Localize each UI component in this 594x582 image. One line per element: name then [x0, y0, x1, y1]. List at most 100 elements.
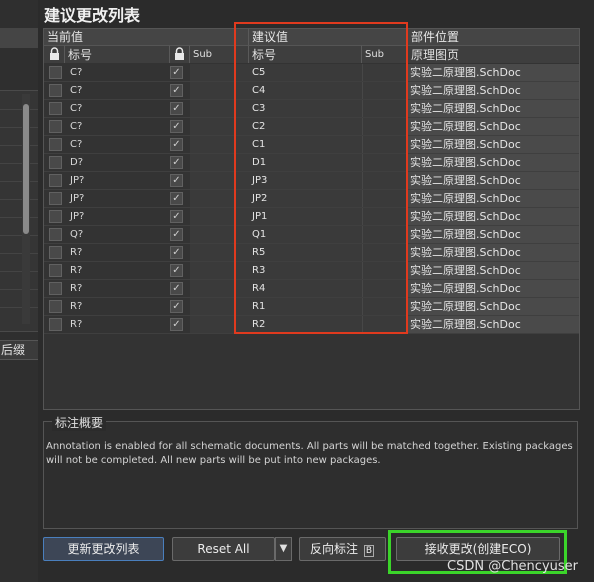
schematic-sheet: 实验二原理图.SchDoc — [408, 316, 579, 333]
col-location[interactable]: 原理图页 — [408, 45, 579, 63]
row-include-checkbox[interactable]: ✓ — [170, 282, 183, 295]
suggested-designator[interactable]: C5 — [249, 64, 362, 81]
table-row[interactable]: R? ✓ R1 实验二原理图.SchDoc — [44, 298, 579, 316]
row-include-checkbox[interactable]: ✓ — [170, 138, 183, 151]
suggested-designator[interactable]: R4 — [249, 280, 362, 297]
table-row[interactable]: Q? ✓ Q1 实验二原理图.SchDoc — [44, 226, 579, 244]
row-lock-checkbox[interactable] — [49, 138, 62, 151]
suggested-designator[interactable]: R1 — [249, 298, 362, 315]
row-lock-checkbox[interactable] — [49, 264, 62, 277]
reset-dropdown-button[interactable]: ▼ — [275, 537, 292, 561]
suggested-designator[interactable]: JP2 — [249, 190, 362, 207]
left-panel-scrollbar[interactable] — [22, 94, 30, 324]
row-include-checkbox[interactable]: ✓ — [170, 210, 183, 223]
col-current-designator[interactable]: 标号 — [65, 45, 170, 63]
chevron-down-icon: ▼ — [279, 543, 288, 554]
row-include-checkbox[interactable]: ✓ — [170, 174, 183, 187]
lock-icon — [175, 47, 184, 60]
table-row[interactable]: R? ✓ R3 实验二原理图.SchDoc — [44, 262, 579, 280]
current-designator: JP? — [70, 193, 85, 204]
schematic-sheet: 实验二原理图.SchDoc — [408, 262, 579, 279]
suggested-designator[interactable]: R3 — [249, 262, 362, 279]
suggested-sub-cell — [362, 100, 409, 117]
schematic-sheet: 实验二原理图.SchDoc — [408, 64, 579, 81]
watermark: CSDN @Chencyuser — [447, 559, 578, 574]
row-lock-checkbox[interactable] — [49, 300, 62, 313]
current-sub-cell — [190, 208, 249, 225]
suggested-sub-cell — [362, 226, 409, 243]
table-row[interactable]: R? ✓ R5 实验二原理图.SchDoc — [44, 244, 579, 262]
table-row[interactable]: JP? ✓ JP3 实验二原理图.SchDoc — [44, 172, 579, 190]
row-include-checkbox[interactable]: ✓ — [170, 102, 183, 115]
current-sub-cell — [190, 316, 249, 333]
row-lock-checkbox[interactable] — [49, 102, 62, 115]
summary-text: Annotation is enabled for all schematic … — [46, 441, 573, 466]
row-lock-checkbox[interactable] — [49, 84, 62, 97]
table-row[interactable]: R? ✓ R2 实验二原理图.SchDoc — [44, 316, 579, 334]
row-lock-checkbox[interactable] — [49, 210, 62, 223]
group-header-location: 部件位置 — [408, 29, 579, 45]
current-designator: R? — [70, 301, 83, 312]
row-lock-checkbox[interactable] — [49, 120, 62, 133]
suggested-designator[interactable]: R5 — [249, 244, 362, 261]
row-include-checkbox[interactable]: ✓ — [170, 66, 183, 79]
row-lock-checkbox[interactable] — [49, 246, 62, 259]
row-include-checkbox[interactable]: ✓ — [170, 84, 183, 97]
row-lock-checkbox[interactable] — [49, 174, 62, 187]
suggested-designator[interactable]: JP1 — [249, 208, 362, 225]
row-include-checkbox[interactable]: ✓ — [170, 156, 183, 169]
lock-column-header-2[interactable] — [170, 45, 190, 63]
row-include-checkbox[interactable]: ✓ — [170, 300, 183, 313]
suggested-designator[interactable]: Q1 — [249, 226, 362, 243]
row-include-checkbox[interactable]: ✓ — [170, 120, 183, 133]
table-row[interactable]: C? ✓ C5 实验二原理图.SchDoc — [44, 64, 579, 82]
col-suggested-designator[interactable]: 标号 — [249, 45, 362, 63]
suggested-sub-cell — [362, 64, 409, 81]
row-lock-checkbox[interactable] — [49, 282, 62, 295]
scrollbar-thumb[interactable] — [23, 104, 29, 234]
reset-all-button[interactable]: Reset All — [172, 537, 275, 561]
lock-column-header[interactable] — [44, 45, 65, 63]
row-lock-checkbox[interactable] — [49, 156, 62, 169]
table-row[interactable]: D? ✓ D1 实验二原理图.SchDoc — [44, 154, 579, 172]
suggested-sub-cell — [362, 208, 409, 225]
suggested-designator[interactable]: JP3 — [249, 172, 362, 189]
annotation-summary-panel: 标注概要 Annotation is enabled for all schem… — [43, 414, 578, 529]
row-include-checkbox[interactable]: ✓ — [170, 246, 183, 259]
suggested-designator[interactable]: C1 — [249, 136, 362, 153]
schematic-sheet: 实验二原理图.SchDoc — [408, 154, 579, 171]
table-row[interactable]: C? ✓ C3 实验二原理图.SchDoc — [44, 100, 579, 118]
schematic-sheet: 实验二原理图.SchDoc — [408, 280, 579, 297]
col-current-sub[interactable]: Sub — [190, 45, 249, 63]
schematic-sheet: 实验二原理图.SchDoc — [408, 82, 579, 99]
suggested-designator[interactable]: C3 — [249, 100, 362, 117]
suggested-designator[interactable]: C2 — [249, 118, 362, 135]
row-lock-checkbox[interactable] — [49, 66, 62, 79]
table-row[interactable]: C? ✓ C1 实验二原理图.SchDoc — [44, 136, 579, 154]
current-sub-cell — [190, 226, 249, 243]
update-changes-list-button[interactable]: 更新更改列表 — [43, 537, 164, 561]
row-include-checkbox[interactable]: ✓ — [170, 228, 183, 241]
suggested-designator[interactable]: C4 — [249, 82, 362, 99]
table-row[interactable]: R? ✓ R4 实验二原理图.SchDoc — [44, 280, 579, 298]
row-include-checkbox[interactable]: ✓ — [170, 264, 183, 277]
table-row[interactable]: JP? ✓ JP2 实验二原理图.SchDoc — [44, 190, 579, 208]
table-row[interactable]: C? ✓ C2 实验二原理图.SchDoc — [44, 118, 579, 136]
row-include-checkbox[interactable]: ✓ — [170, 318, 183, 331]
current-designator: C? — [70, 85, 83, 96]
table-row[interactable]: JP? ✓ JP1 实验二原理图.SchDoc — [44, 208, 579, 226]
row-lock-checkbox[interactable] — [49, 318, 62, 331]
back-annotate-button[interactable]: 反向标注 B — [299, 537, 386, 561]
row-lock-checkbox[interactable] — [49, 228, 62, 241]
accept-changes-button[interactable]: 接收更改(创建ECO) — [396, 537, 560, 561]
suggested-designator[interactable]: R2 — [249, 316, 362, 333]
suggested-sub-cell — [362, 298, 409, 315]
schematic-sheet: 实验二原理图.SchDoc — [408, 172, 579, 189]
row-lock-checkbox[interactable] — [49, 192, 62, 205]
col-suggested-sub[interactable]: Sub — [362, 45, 408, 63]
table-row[interactable]: C? ✓ C4 实验二原理图.SchDoc — [44, 82, 579, 100]
row-include-checkbox[interactable]: ✓ — [170, 192, 183, 205]
suggested-designator[interactable]: D1 — [249, 154, 362, 171]
schematic-sheet: 实验二原理图.SchDoc — [408, 208, 579, 225]
suggested-sub-cell — [362, 118, 409, 135]
